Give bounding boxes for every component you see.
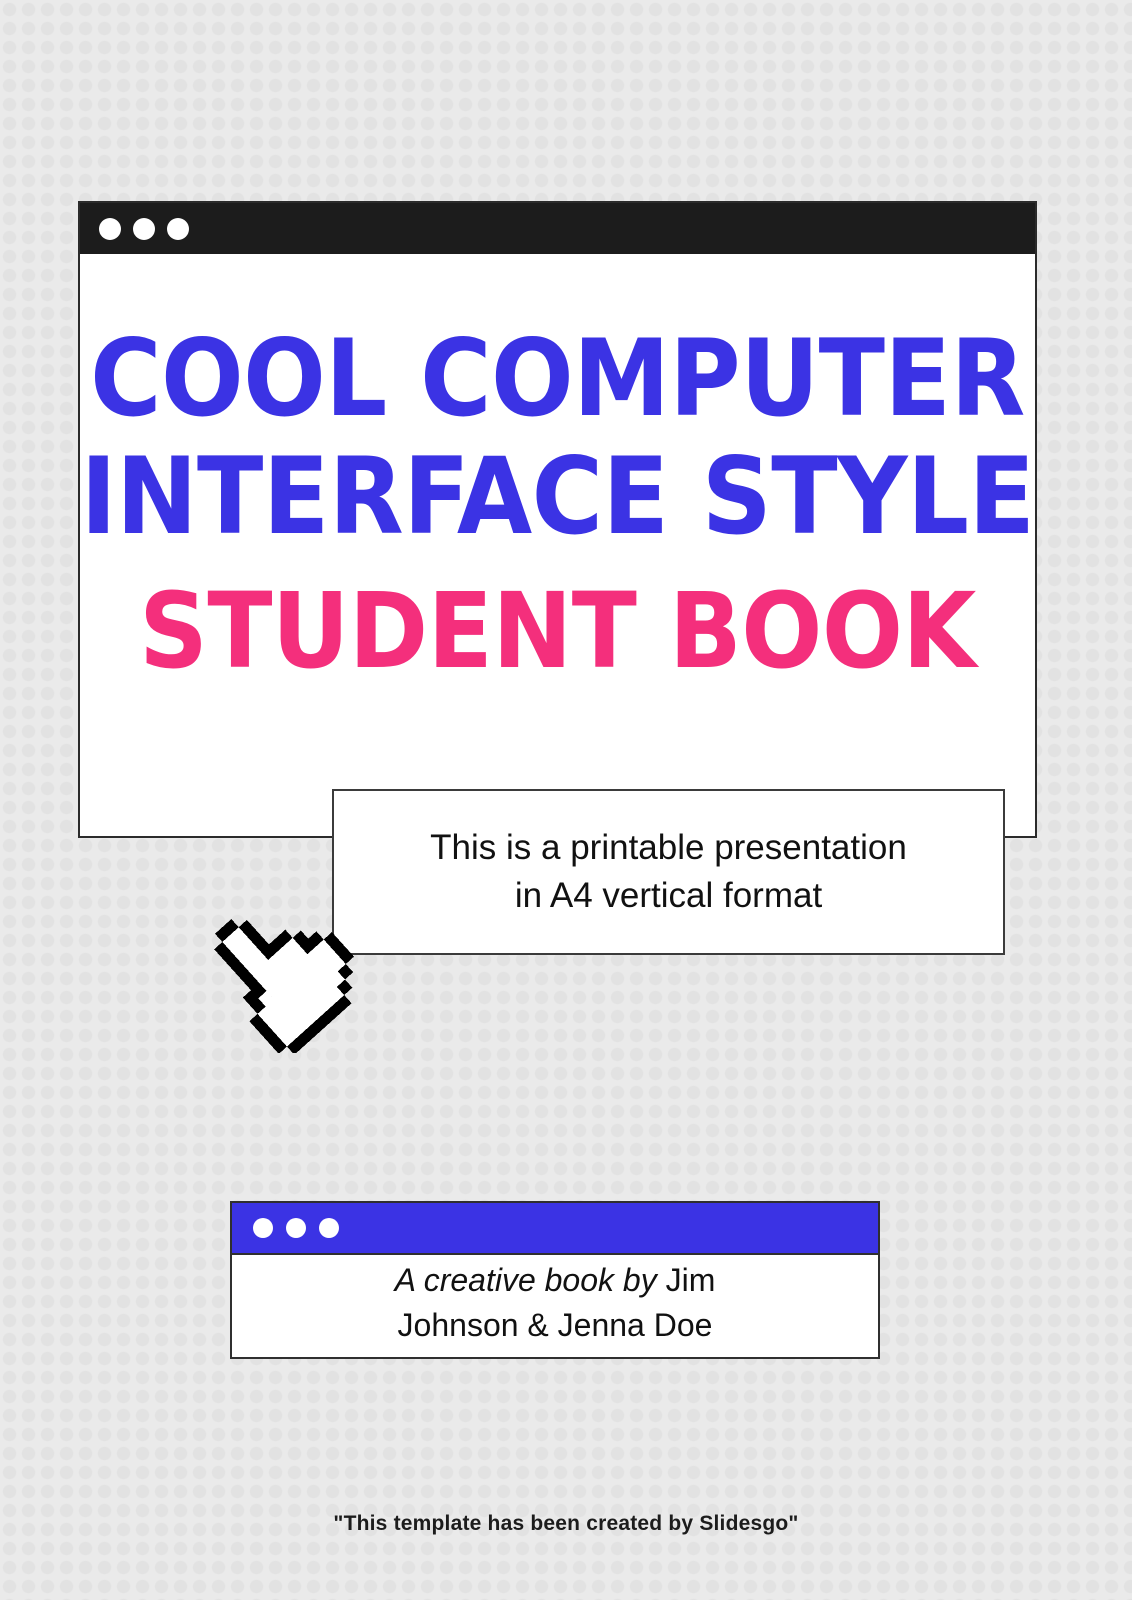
hero-window-titlebar: [80, 203, 1035, 254]
hero-window: COOL COMPUTER INTERFACE STYLE STUDENT BO…: [78, 201, 1037, 838]
subtitle-callout-box: This is a printable presentation in A4 v…: [332, 789, 1005, 955]
window-maximize-dot-icon[interactable]: [319, 1218, 339, 1238]
window-minimize-dot-icon[interactable]: [133, 217, 155, 240]
window-close-dot-icon[interactable]: [99, 217, 121, 240]
window-maximize-dot-icon[interactable]: [167, 217, 189, 240]
window-minimize-dot-icon[interactable]: [286, 1218, 306, 1238]
author-window-body: A creative book by Jim Johnson & Jenna Do…: [232, 1255, 878, 1355]
slidesgo-attribution-footer: "This template has been created by Slide…: [333, 1512, 799, 1535]
author-credit-name-part-1: Jim: [665, 1262, 716, 1299]
subtitle-text: This is a printable presentation in A4 v…: [402, 824, 935, 921]
page-title-line-1: COOL COMPUTER: [90, 317, 1025, 440]
page-title-line-3: STUDENT BOOK: [139, 569, 976, 692]
subtitle-line-1: This is a printable presentation: [430, 827, 907, 867]
slide-canvas: COOL COMPUTER INTERFACE STYLE STUDENT BO…: [0, 0, 1132, 1600]
hero-window-body: COOL COMPUTER INTERFACE STYLE STUDENT BO…: [80, 254, 1035, 836]
page-title-line-2: INTERFACE STYLE: [80, 434, 1035, 558]
author-window: A creative book by Jim Johnson & Jenna Do…: [230, 1201, 880, 1359]
author-window-titlebar: [232, 1203, 878, 1255]
author-credit-name-part-2: Johnson & Jenna Doe: [397, 1307, 713, 1343]
window-close-dot-icon[interactable]: [253, 1218, 273, 1238]
author-credit: A creative book by Jim Johnson & Jenna Do…: [395, 1258, 716, 1348]
author-credit-prefix: A creative book by: [394, 1262, 666, 1299]
subtitle-line-2: in A4 vertical format: [514, 876, 823, 915]
pixel-pointing-hand-cursor-icon: [198, 893, 378, 1053]
